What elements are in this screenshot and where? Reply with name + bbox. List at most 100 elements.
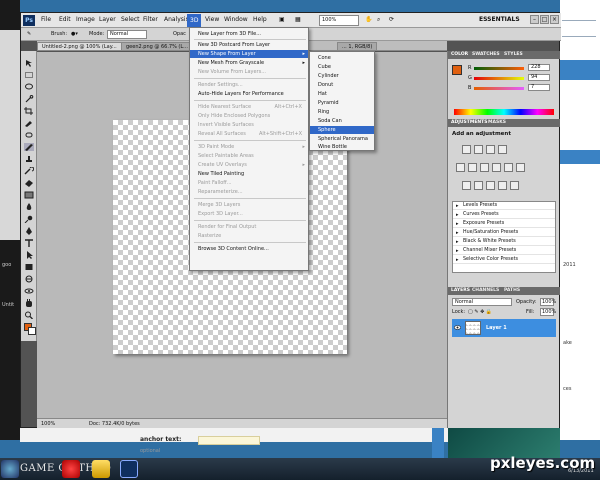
color-balance-icon[interactable] — [480, 163, 489, 172]
menu-filter[interactable]: Filter — [143, 16, 158, 23]
workspace-switcher[interactable]: ESSENTIALS — [479, 16, 520, 23]
lasso-tool-icon[interactable] — [24, 83, 34, 91]
shape-pyramid[interactable]: Pyramid — [310, 99, 374, 107]
menu-window[interactable]: Window — [224, 16, 248, 23]
blue-value[interactable]: 7 — [528, 84, 550, 91]
shape-cube[interactable]: Cube — [310, 63, 374, 71]
shape-cylinder[interactable]: Cylinder — [310, 72, 374, 80]
layer-fill-value[interactable]: 100% — [540, 308, 556, 316]
shape-donut[interactable]: Donut — [310, 81, 374, 89]
menu-file[interactable]: File — [41, 16, 51, 23]
green-value[interactable]: 94 — [528, 74, 550, 81]
3d-rotate-tool-icon[interactable] — [24, 275, 34, 283]
clone-stamp-tool-icon[interactable] — [24, 155, 34, 163]
exposure-icon[interactable] — [498, 145, 507, 154]
red-value[interactable]: 228 — [528, 64, 550, 71]
menu-new-3d-postcard[interactable]: New 3D Postcard From Layer — [190, 41, 308, 49]
menu-help[interactable]: Help — [253, 16, 267, 23]
shape-soda-can[interactable]: Soda Can — [310, 117, 374, 125]
menu-view[interactable]: View — [205, 16, 219, 23]
levels-icon[interactable] — [474, 145, 483, 154]
menu-analysis[interactable]: Analysis — [164, 16, 189, 23]
tab-swatches[interactable]: SWATCHES — [472, 52, 500, 57]
shape-cone[interactable]: Cone — [310, 54, 374, 62]
invert-icon[interactable] — [462, 181, 471, 190]
preset-channel-mixer[interactable]: Channel Mixer Presets — [453, 247, 555, 255]
tab-styles[interactable]: STYLES — [504, 52, 523, 57]
tab-adjustments[interactable]: ADJUSTMENTS — [451, 120, 488, 125]
start-button-icon[interactable] — [1, 460, 19, 478]
brightness-contrast-icon[interactable] — [462, 145, 471, 154]
crop-tool-icon[interactable] — [24, 107, 34, 115]
menu-new-mesh-from-grayscale[interactable]: New Mesh From Grayscale ▸ — [190, 59, 308, 67]
launch-bridge-icon[interactable]: ▣ — [279, 16, 285, 23]
zoom-tool-icon[interactable] — [24, 311, 34, 320]
shape-spherical-panorama[interactable]: Spherical Panorama — [310, 135, 374, 143]
mode-select[interactable]: Normal — [107, 30, 147, 39]
healing-brush-tool-icon[interactable] — [24, 131, 34, 139]
arrange-documents-icon[interactable]: ▦ — [295, 16, 301, 23]
history-brush-tool-icon[interactable] — [24, 166, 35, 175]
black-white-icon[interactable] — [492, 163, 501, 172]
rotate-view-icon[interactable]: ⟳ — [389, 16, 394, 23]
shape-hat[interactable]: Hat — [310, 90, 374, 98]
menu-layer[interactable]: Layer — [99, 16, 116, 23]
gradient-tool-icon[interactable] — [24, 191, 34, 199]
blend-mode-select[interactable]: Normal — [452, 298, 512, 306]
status-zoom[interactable]: 100% — [41, 421, 55, 427]
threshold-icon[interactable] — [486, 181, 495, 190]
foreground-color-preview[interactable] — [452, 65, 462, 75]
quick-select-tool-icon[interactable] — [24, 95, 34, 103]
curves-icon[interactable] — [486, 145, 495, 154]
tab-paths[interactable]: PATHS — [504, 288, 520, 293]
preset-exposure[interactable]: Exposure Presets — [453, 220, 555, 228]
close-icon[interactable]: × — [550, 15, 559, 24]
menu-auto-hide-layers[interactable]: Auto-Hide Layers For Performance — [190, 90, 308, 98]
menu-3d[interactable]: 3D — [187, 14, 202, 27]
minimize-icon[interactable]: – — [530, 15, 539, 24]
tab-layer-1[interactable]: ... 1, RGB/8) — [337, 42, 378, 51]
tab-untitled-2[interactable]: Untitled-2.png @ 100% (Lay... — [37, 42, 122, 51]
green-slider[interactable] — [474, 77, 524, 80]
anchor-text-input[interactable] — [198, 436, 260, 445]
preset-curves[interactable]: Curves Presets — [453, 211, 555, 219]
shape-sphere[interactable]: Sphere — [310, 126, 374, 134]
zoom-level-select[interactable]: 100% — [319, 15, 359, 26]
preset-hue-saturation[interactable]: Hue/Saturation Presets — [453, 229, 555, 237]
layer-opacity-value[interactable]: 100% — [540, 298, 556, 306]
preset-selective-color[interactable]: Selective Color Presets — [453, 256, 555, 264]
lock-icons[interactable]: ▢ ✎ ✥ 🔒 — [468, 309, 492, 315]
brush-tool-icon[interactable] — [24, 143, 34, 151]
tab-geen2[interactable]: geen2.png @ 66.7% (L... — [121, 42, 193, 51]
photo-filter-icon[interactable] — [504, 163, 513, 172]
eyedropper-tool-icon[interactable] — [24, 119, 34, 127]
vibrance-icon[interactable] — [456, 163, 465, 172]
blue-slider[interactable] — [474, 87, 524, 90]
layer-visibility-eye-icon[interactable] — [454, 324, 461, 331]
menu-new-layer-from-3d-file[interactable]: New Layer from 3D File... — [190, 30, 308, 38]
3d-orbit-tool-icon[interactable] — [24, 287, 34, 295]
zoom-tool-icon[interactable]: ⌕ — [377, 16, 380, 24]
color-spectrum-bar[interactable] — [454, 109, 554, 115]
explorer-taskbar-icon[interactable] — [92, 460, 110, 478]
hand-tool-icon[interactable] — [24, 299, 34, 307]
brush-size-icon[interactable]: ●▾ — [71, 31, 78, 37]
type-tool-icon[interactable] — [24, 239, 34, 247]
background-color-swatch[interactable] — [28, 327, 36, 335]
pen-tool-icon[interactable] — [24, 227, 34, 235]
menu-new-tiled-painting[interactable]: New Tiled Painting — [190, 170, 308, 178]
tab-color[interactable]: COLOR — [451, 52, 468, 57]
tab-channels[interactable]: CHANNELS — [472, 288, 499, 293]
gradient-map-icon[interactable] — [498, 181, 507, 190]
shape-ring[interactable]: Ring — [310, 108, 374, 116]
dodge-tool-icon[interactable] — [24, 215, 34, 224]
eraser-tool-icon[interactable] — [24, 179, 34, 187]
move-tool-icon[interactable] — [24, 59, 34, 67]
hand-tool-icon[interactable]: ✋ — [365, 16, 372, 23]
shape-wine-bottle[interactable]: Wine Bottle — [310, 143, 374, 151]
marquee-tool-icon[interactable] — [24, 71, 34, 79]
shape-tool-icon[interactable] — [24, 263, 34, 271]
path-selection-tool-icon[interactable] — [24, 251, 34, 259]
brush-tool-icon[interactable]: ✎ — [27, 31, 31, 37]
tab-masks[interactable]: MASKS — [488, 120, 506, 125]
